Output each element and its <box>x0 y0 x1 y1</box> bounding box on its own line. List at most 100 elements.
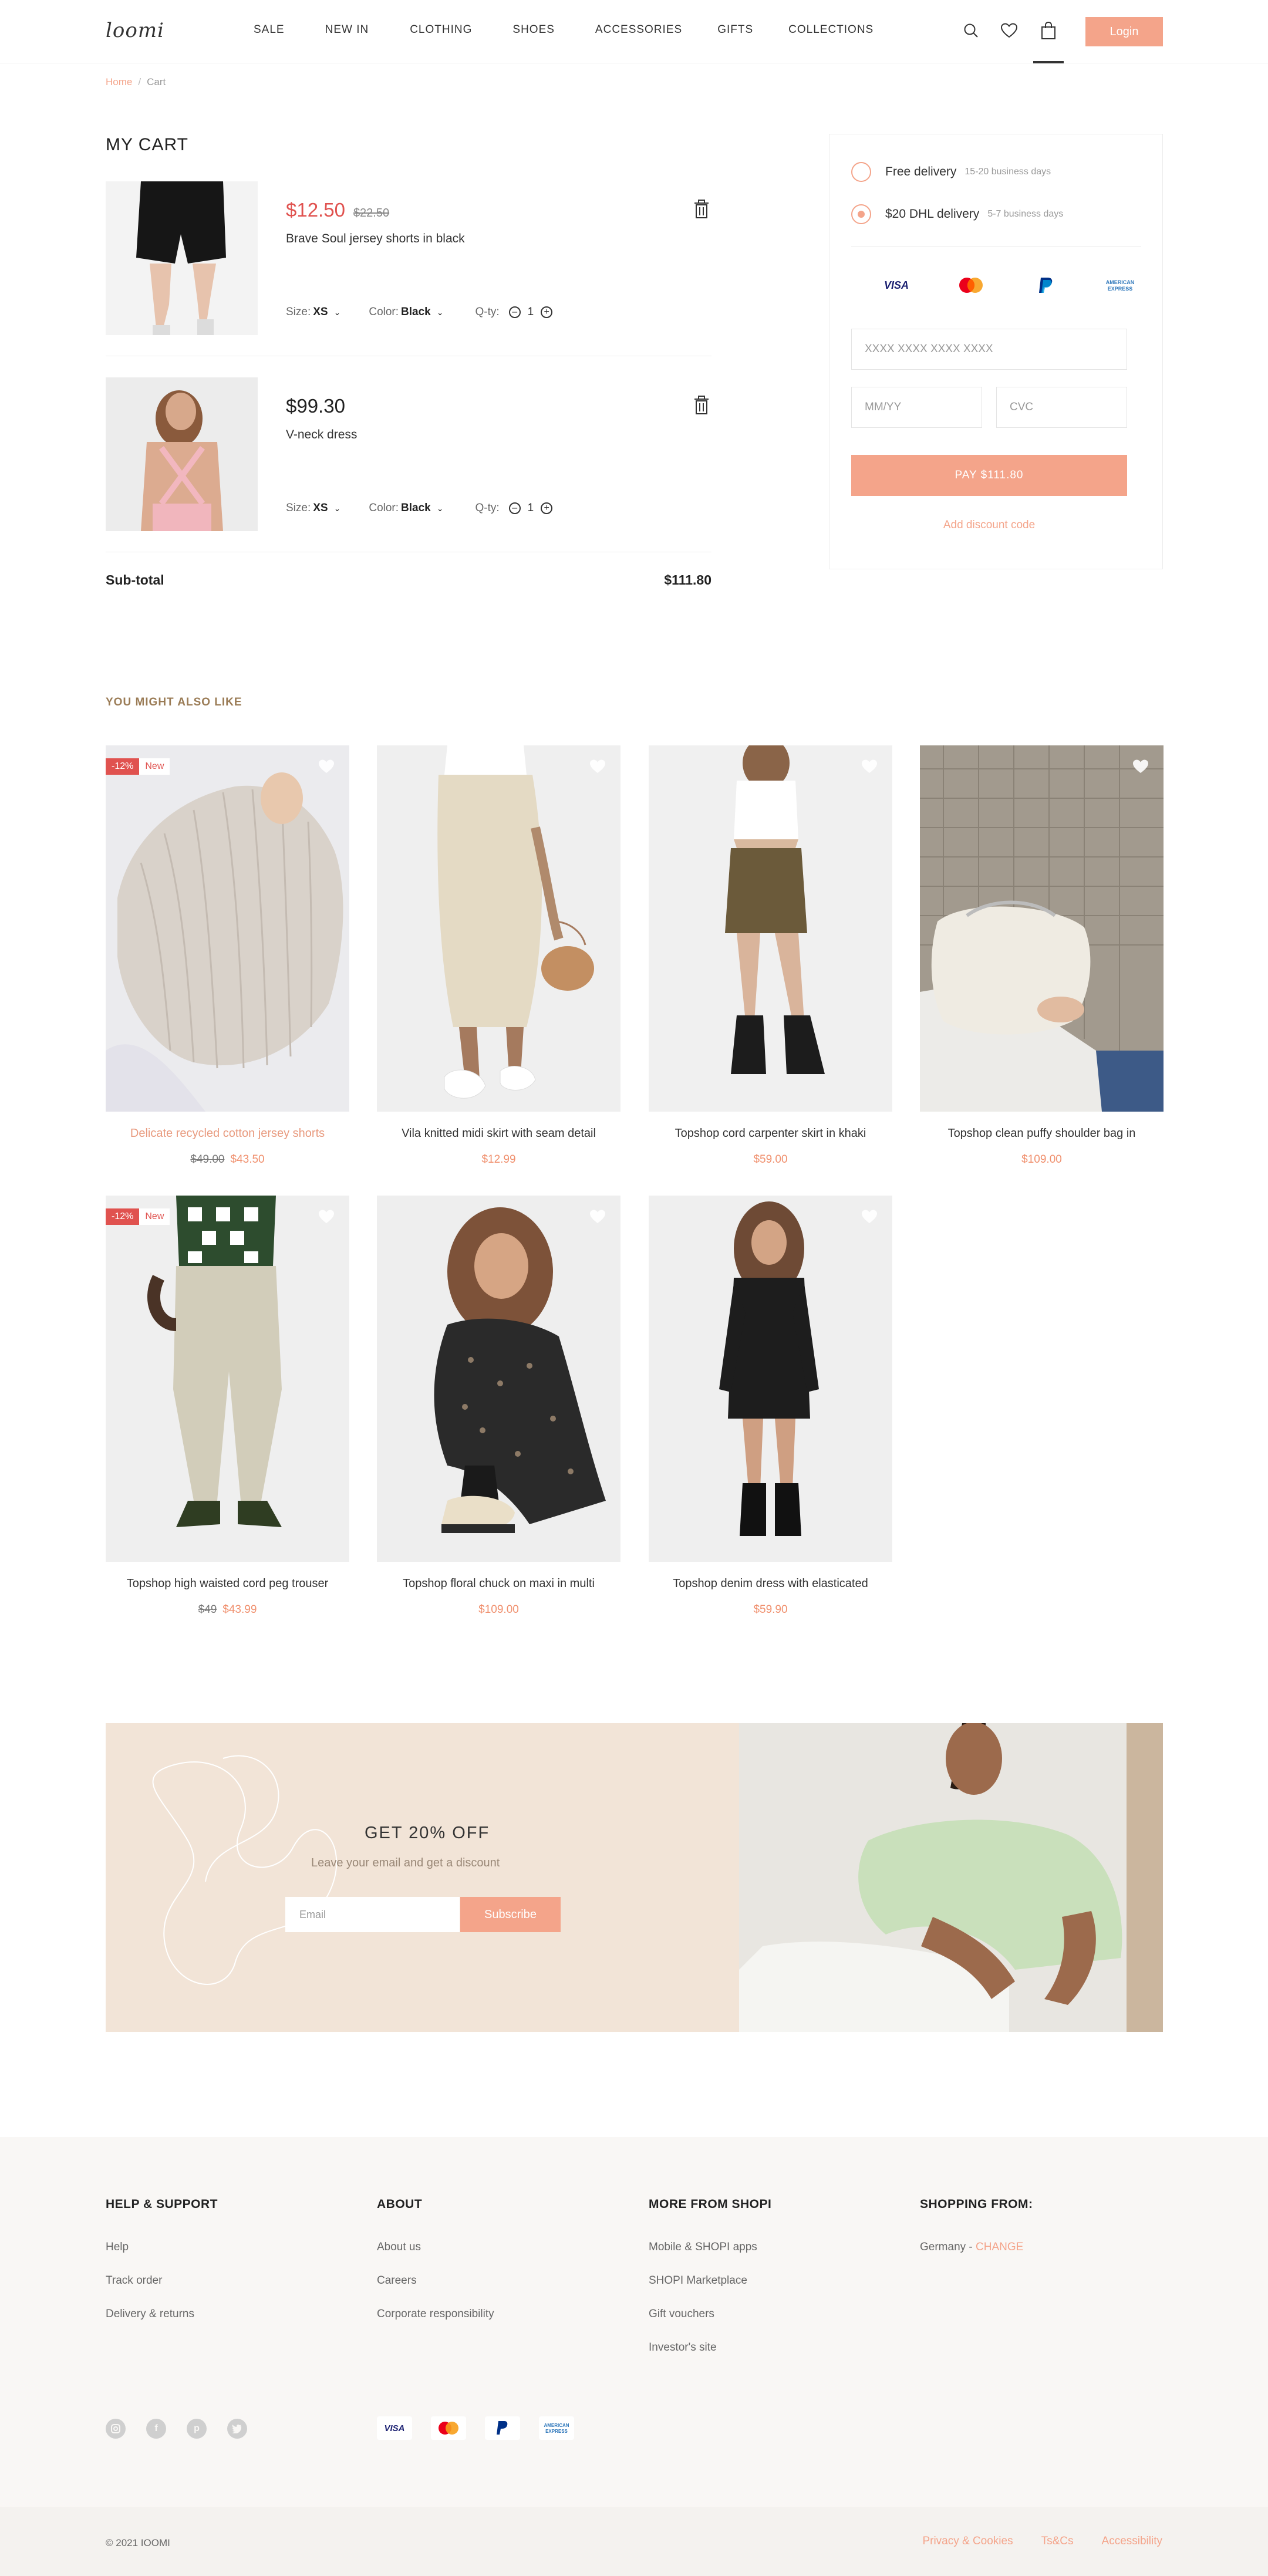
product-title[interactable]: Topshop cord carpenter skirt in khaki <box>649 1127 892 1140</box>
trash-icon[interactable] <box>692 395 711 416</box>
nav-item-shoes[interactable]: SHOES <box>512 23 555 36</box>
product-price: $43.99 <box>222 1603 257 1616</box>
product-title[interactable]: Vila knitted midi skirt with seam detail <box>377 1127 620 1140</box>
nav-item-gifts[interactable]: GIFTS <box>717 23 753 36</box>
cart-icon[interactable] <box>1038 20 1059 41</box>
footer-payment-methods: VISA AMERICAN EXPRESS <box>377 2416 593 2440</box>
product-card[interactable]: Vila knitted midi skirt with seam detail… <box>377 745 620 1166</box>
terms-link[interactable]: Ts&Cs <box>1041 2535 1074 2548</box>
nav-item-accessories[interactable]: ACCESSORIES <box>595 23 682 36</box>
wishlist-heart-icon[interactable] <box>318 758 335 778</box>
delivery-option-free[interactable]: Free delivery 15-20 business days <box>851 162 1051 182</box>
footer-link-corporate[interactable]: Corporate responsibility <box>377 2308 494 2321</box>
card-number-field[interactable]: XXXX XXXX XXXX XXXX <box>851 329 1127 370</box>
minus-icon[interactable]: – <box>508 502 521 514</box>
login-button[interactable]: Login <box>1085 17 1163 46</box>
subscribe-button[interactable]: Subscribe <box>460 1897 561 1932</box>
wishlist-heart-icon[interactable] <box>861 758 878 778</box>
product-image[interactable]: -12% New <box>106 745 349 1112</box>
product-image[interactable] <box>920 745 1164 1112</box>
size-select[interactable]: Size: XS ⌄ <box>286 306 340 319</box>
plus-icon[interactable]: + <box>541 502 553 514</box>
footer-link-track-order[interactable]: Track order <box>106 2274 218 2287</box>
product-card[interactable]: Topshop clean puffy shoulder bag in $109… <box>920 745 1164 1166</box>
wishlist-heart-icon[interactable] <box>861 1208 878 1228</box>
svg-text:AMERICAN: AMERICAN <box>544 2423 569 2428</box>
wishlist-heart-icon[interactable] <box>589 758 606 778</box>
footer-link-help[interactable]: Help <box>106 2241 218 2254</box>
product-card[interactable]: -12% New Topshop high waisted cord peg t… <box>106 1196 349 1616</box>
product-title[interactable]: Topshop denim dress with elasticated <box>649 1577 892 1591</box>
privacy-link[interactable]: Privacy & Cookies <box>922 2535 1013 2548</box>
color-select[interactable]: Color: Black ⌄ <box>369 306 443 319</box>
footer-link-delivery-returns[interactable]: Delivery & returns <box>106 2308 218 2321</box>
product-title[interactable]: Topshop floral chuck on maxi in multi <box>377 1577 620 1591</box>
nav-item-new-in[interactable]: NEW IN <box>325 23 369 36</box>
footer-link-about-us[interactable]: About us <box>377 2241 494 2254</box>
change-country-link[interactable]: CHANGE <box>976 2241 1023 2253</box>
minus-icon[interactable]: – <box>508 306 521 318</box>
amex-icon[interactable]: AMERICAN EXPRESS <box>1102 275 1138 295</box>
facebook-icon[interactable]: f <box>146 2419 166 2439</box>
wishlist-heart-icon[interactable] <box>589 1208 606 1228</box>
size-select[interactable]: Size: XS ⌄ <box>286 502 340 515</box>
heart-icon[interactable] <box>999 20 1020 41</box>
expiry-field[interactable]: MM/YY <box>851 387 982 428</box>
checkout-panel: Free delivery 15-20 business days $20 DH… <box>829 134 1163 569</box>
trash-icon[interactable] <box>692 199 711 220</box>
plus-icon[interactable]: + <box>541 306 553 318</box>
email-input[interactable]: Email <box>285 1897 460 1932</box>
promo-title: GET 20% OFF <box>365 1824 490 1842</box>
product-image[interactable] <box>649 745 892 1112</box>
radio-button-selected[interactable] <box>851 204 871 224</box>
footer-link-apps[interactable]: Mobile & SHOPI apps <box>649 2241 771 2254</box>
visa-icon[interactable]: VISA <box>879 275 914 295</box>
pinterest-icon[interactable]: p <box>187 2419 207 2439</box>
paypal-icon[interactable] <box>1028 275 1063 295</box>
cvc-field[interactable]: CVC <box>996 387 1127 428</box>
size-value: XS <box>313 502 328 514</box>
product-image[interactable] <box>377 745 620 1112</box>
wishlist-heart-icon[interactable] <box>318 1208 335 1228</box>
delivery-option-dhl[interactable]: $20 DHL delivery 5-7 business days <box>851 204 1063 224</box>
pay-button[interactable]: PAY $111.80 <box>851 455 1127 496</box>
svg-text:EXPRESS: EXPRESS <box>545 2429 568 2434</box>
twitter-icon[interactable] <box>227 2419 247 2439</box>
product-image[interactable] <box>377 1196 620 1562</box>
footer-link-gift-vouchers[interactable]: Gift vouchers <box>649 2308 771 2321</box>
product-title[interactable]: Topshop high waisted cord peg trouser <box>106 1577 349 1591</box>
cart-item-name[interactable]: V-neck dress <box>286 428 357 442</box>
nav-item-collections[interactable]: COLLECTIONS <box>788 23 874 36</box>
footer-link-careers[interactable]: Careers <box>377 2274 494 2287</box>
footer-link-marketplace[interactable]: SHOPI Marketplace <box>649 2274 771 2287</box>
product-title[interactable]: Delicate recycled cotton jersey shorts <box>106 1127 349 1140</box>
product-image[interactable] <box>649 1196 892 1562</box>
product-title[interactable]: Topshop clean puffy shoulder bag in <box>920 1127 1164 1140</box>
instagram-icon[interactable] <box>106 2419 126 2439</box>
product-card[interactable]: Topshop floral chuck on maxi in multi $1… <box>377 1196 620 1616</box>
nav-item-sale[interactable]: SALE <box>254 23 285 36</box>
product-old-price: $49.00 <box>190 1153 225 1166</box>
legal-links: Privacy & Cookies Ts&Cs Accessibility <box>894 2535 1162 2548</box>
product-card[interactable]: Topshop denim dress with elasticated $59… <box>649 1196 892 1616</box>
wishlist-heart-icon[interactable] <box>1132 758 1149 778</box>
nav-item-clothing[interactable]: CLOTHING <box>410 23 472 36</box>
product-card[interactable]: Topshop cord carpenter skirt in khaki $5… <box>649 745 892 1166</box>
product-card[interactable]: -12% New Delicate recycled cotton jersey… <box>106 745 349 1166</box>
product-thumbnail[interactable] <box>106 377 258 531</box>
color-select[interactable]: Color: Black ⌄ <box>369 502 443 515</box>
cart-item-name[interactable]: Brave Soul jersey shorts in black <box>286 232 465 246</box>
product-image[interactable]: -12% New <box>106 1196 349 1562</box>
footer-link-investors[interactable]: Investor's site <box>649 2341 771 2354</box>
add-discount-link[interactable]: Add discount code <box>851 519 1127 532</box>
search-icon[interactable] <box>960 20 982 41</box>
product-thumbnail[interactable] <box>106 181 258 335</box>
qty-value: 1 <box>527 306 534 318</box>
breadcrumb-home[interactable]: Home <box>106 76 132 87</box>
radio-button[interactable] <box>851 162 871 182</box>
chevron-down-icon: ⌄ <box>333 307 341 317</box>
svg-text:AMERICAN: AMERICAN <box>1106 279 1135 285</box>
accessibility-link[interactable]: Accessibility <box>1102 2535 1162 2548</box>
mastercard-icon[interactable] <box>953 275 989 295</box>
logo[interactable]: loomi <box>106 19 164 42</box>
